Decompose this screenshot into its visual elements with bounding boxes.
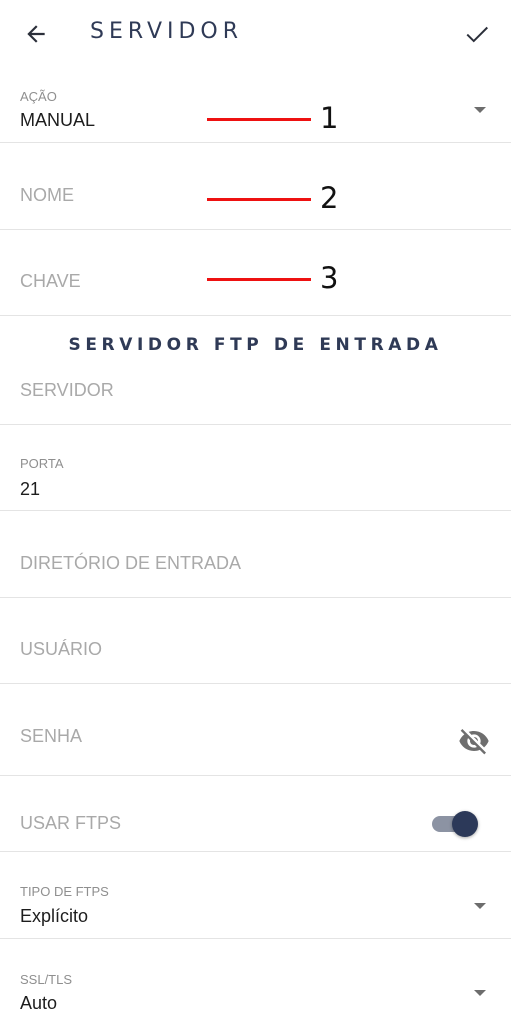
annotation-line-1 xyxy=(207,118,311,121)
chevron-down-icon xyxy=(474,990,486,996)
nome-field[interactable]: NOME xyxy=(0,143,511,230)
switch-thumb xyxy=(452,811,478,837)
back-button[interactable] xyxy=(16,14,56,54)
usar-ftps-label: USAR FTPS xyxy=(20,813,122,833)
annotation-number-1: 1 xyxy=(320,101,339,135)
page-title: SERVIDOR xyxy=(90,19,244,44)
ssl-tls-label: SSL/TLS xyxy=(20,972,73,987)
check-icon xyxy=(466,26,488,43)
acao-label: AÇÃO xyxy=(20,89,57,104)
annotation-line-2 xyxy=(207,198,311,201)
usuario-placeholder: USUÁRIO xyxy=(20,639,103,659)
tipo-ftps-dropdown[interactable]: TIPO DE FTPS Explícito xyxy=(0,852,511,939)
servidor-placeholder: SERVIDOR xyxy=(20,380,114,400)
senha-placeholder: SENHA xyxy=(20,726,83,746)
chave-placeholder: CHAVE xyxy=(20,271,81,291)
section-title: SERVIDOR FTP DE ENTRADA xyxy=(68,335,443,355)
diretorio-placeholder: DIRETÓRIO DE ENTRADA xyxy=(20,553,242,573)
annotation-line-3 xyxy=(207,278,311,281)
porta-value: 21 xyxy=(20,479,41,499)
tipo-ftps-value: Explícito xyxy=(20,906,89,926)
chevron-down-icon xyxy=(474,107,486,113)
porta-label: PORTA xyxy=(20,456,64,471)
ssl-tls-value: Auto xyxy=(20,993,58,1013)
senha-field[interactable]: SENHA xyxy=(0,684,511,776)
nome-placeholder: NOME xyxy=(20,185,74,205)
ssl-tls-dropdown[interactable]: SSL/TLS Auto xyxy=(0,939,511,1024)
tipo-ftps-label: TIPO DE FTPS xyxy=(20,884,109,899)
servidor-field[interactable]: SERVIDOR xyxy=(0,360,511,425)
app-bar: SERVIDOR xyxy=(0,0,511,68)
acao-dropdown[interactable]: AÇÃO MANUAL xyxy=(0,70,511,143)
usar-ftps-switch[interactable] xyxy=(432,808,480,838)
chevron-down-icon xyxy=(474,903,486,909)
eye-off-icon xyxy=(459,729,489,755)
arrow-left-icon xyxy=(27,25,45,43)
confirm-button[interactable] xyxy=(457,14,497,54)
acao-value: MANUAL xyxy=(20,110,96,130)
chave-field[interactable]: CHAVE xyxy=(0,230,511,316)
diretorio-field[interactable]: DIRETÓRIO DE ENTRADA xyxy=(0,511,511,598)
annotation-number-3: 3 xyxy=(320,261,339,295)
annotation-number-2: 2 xyxy=(320,181,339,215)
porta-field[interactable]: PORTA 21 xyxy=(0,425,511,511)
toggle-password-visibility-button[interactable] xyxy=(455,724,493,758)
usuario-field[interactable]: USUÁRIO xyxy=(0,598,511,684)
